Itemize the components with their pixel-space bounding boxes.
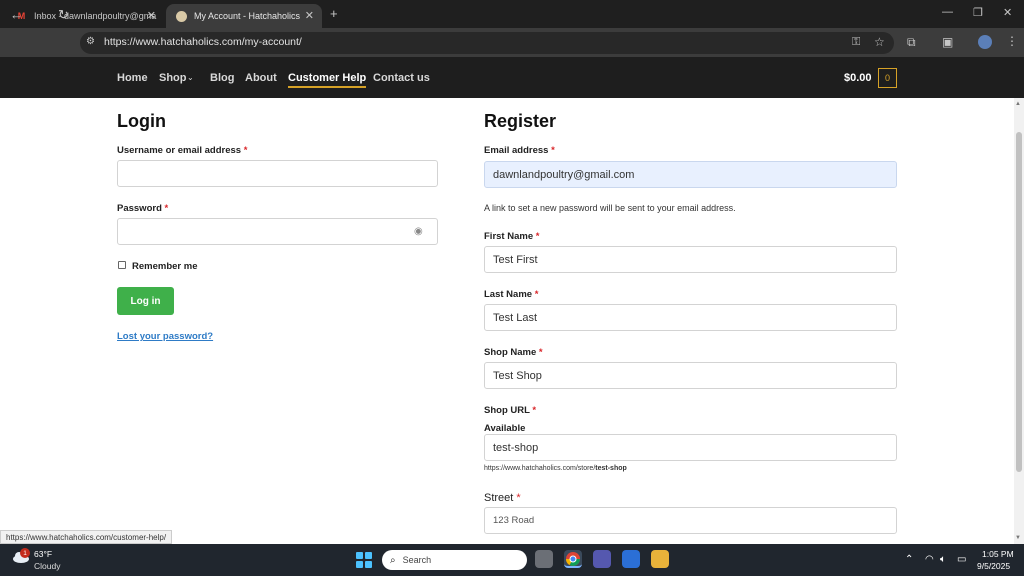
tab-title: Inbox - dawnlandpoultry@gma [34, 11, 157, 21]
login-button[interactable]: Log in [117, 287, 174, 315]
url-text[interactable]: https://www.hatchaholics.com/my-account/ [104, 36, 302, 48]
shop-name-label: Shop Name * [484, 347, 543, 358]
first-name-input[interactable]: Test First [484, 246, 897, 273]
shop-url-input[interactable]: test-shop [484, 434, 897, 461]
site-info-icon[interactable]: ⚙ [86, 36, 95, 47]
show-password-eye-icon[interactable]: ◉ [414, 226, 423, 237]
tab-my-account[interactable]: My Account - Hatchaholics ✕ [166, 4, 322, 28]
notification-badge: 1 [20, 548, 30, 558]
lost-password-link[interactable]: Lost your password? [117, 331, 213, 342]
search-icon: ⌕ [390, 554, 396, 566]
extensions-icon[interactable]: ⧉ [907, 35, 916, 50]
chevron-down-icon[interactable]: ⌄ [187, 73, 194, 82]
window-close-icon[interactable]: ✕ [1003, 6, 1012, 19]
tab-title: My Account - Hatchaholics [194, 11, 301, 21]
nav-blog[interactable]: Blog [210, 72, 234, 84]
last-name-label: Last Name * [484, 289, 539, 300]
street-input[interactable]: 123 Road [484, 507, 897, 534]
tab-search-icon[interactable]: ▣ [942, 35, 953, 49]
street-label: Street * [484, 492, 521, 504]
password-label: Password * [117, 203, 169, 214]
scroll-up-icon[interactable]: ▲ [1015, 101, 1021, 107]
password-hint-text: A link to set a new password will be sen… [484, 203, 736, 213]
username-label: Username or email address * [117, 145, 248, 156]
shop-name-input[interactable]: Test Shop [484, 362, 897, 389]
cart-count-badge[interactable]: 0 [878, 68, 897, 88]
menu-icon[interactable]: ⋮ [1006, 34, 1018, 48]
reload-icon[interactable]: ↻ [58, 7, 69, 23]
minimize-icon[interactable]: — [942, 6, 953, 18]
cart-total[interactable]: $0.00 [844, 72, 872, 84]
site-favicon-icon [176, 10, 187, 22]
weather-temperature[interactable]: 63°F [34, 549, 52, 559]
login-heading: Login [117, 111, 166, 131]
clock-date[interactable]: 9/5/2025 [977, 561, 1010, 571]
first-name-label: First Name * [484, 231, 540, 242]
email-label: Email address * [484, 145, 555, 156]
password-key-icon[interactable]: ⚿ [852, 36, 860, 49]
wifi-icon[interactable]: ◠ [925, 554, 934, 565]
link-status-bubble: https://www.hatchaholics.com/customer-he… [0, 530, 173, 544]
tab-gmail-inbox[interactable]: M Inbox - dawnlandpoultry@gma ✕ [6, 4, 164, 28]
windows-start-icon[interactable] [356, 552, 372, 568]
remember-me-checkbox[interactable] [118, 261, 126, 269]
username-input[interactable] [117, 160, 438, 187]
scroll-down-icon[interactable]: ▼ [1015, 535, 1021, 541]
store-icon[interactable] [622, 550, 640, 568]
register-heading: Register [484, 111, 557, 131]
bookmark-star-icon[interactable]: ☆ [874, 35, 885, 49]
taskbar-search-box[interactable]: ⌕ Search [382, 550, 527, 570]
back-icon[interactable]: ← [10, 7, 23, 22]
teams-icon[interactable] [593, 550, 611, 568]
weather-condition[interactable]: Cloudy [34, 561, 60, 571]
nav-about[interactable]: About [245, 72, 277, 84]
file-explorer-icon[interactable] [651, 550, 669, 568]
new-tab-icon[interactable]: + [330, 6, 338, 21]
chrome-taskbar-icon[interactable] [564, 550, 582, 568]
profile-avatar[interactable] [978, 35, 992, 49]
restore-icon[interactable]: ❐ [973, 6, 983, 19]
nav-contact-us[interactable]: Contact us [373, 72, 430, 84]
remember-me-label[interactable]: Remember me [132, 261, 197, 272]
password-input[interactable] [117, 218, 438, 245]
scrollbar-thumb[interactable] [1016, 132, 1022, 472]
battery-icon[interactable]: ▭ [957, 554, 966, 565]
shop-url-status: Available [484, 423, 526, 434]
volume-icon[interactable]: 🔈︎ [940, 554, 946, 565]
shop-url-label: Shop URL * [484, 405, 537, 416]
nav-home[interactable]: Home [117, 72, 148, 84]
shop-url-preview: https://www.hatchaholics.com/store/test-… [484, 465, 627, 472]
search-placeholder: Search [402, 555, 432, 565]
close-tab-icon[interactable]: ✕ [147, 9, 156, 22]
register-email-input[interactable]: dawnlandpoultry@gmail.com [484, 161, 897, 188]
close-tab-icon[interactable]: ✕ [305, 9, 314, 22]
clock-time[interactable]: 1:05 PM [982, 549, 1014, 559]
forward-icon[interactable]: → [34, 7, 47, 22]
task-view-icon[interactable] [535, 550, 553, 568]
last-name-input[interactable]: Test Last [484, 304, 897, 331]
nav-shop[interactable]: Shop [159, 72, 187, 84]
nav-customer-help[interactable]: Customer Help [288, 72, 367, 88]
chevron-up-icon[interactable]: ⌃ [905, 554, 913, 565]
